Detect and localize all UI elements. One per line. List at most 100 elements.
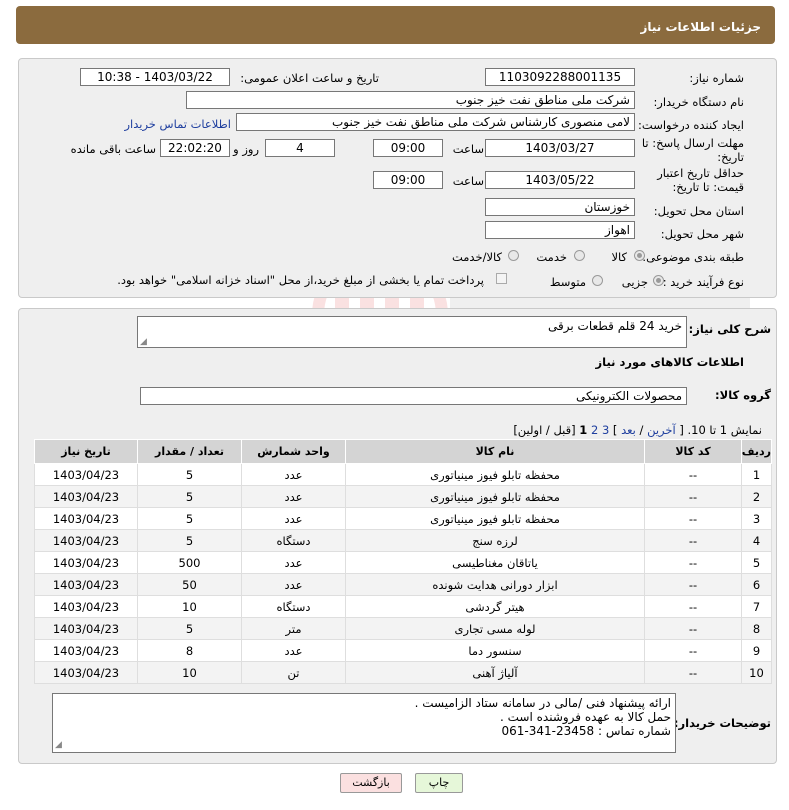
table-cell: 5	[137, 463, 242, 486]
table-cell: 1403/04/23	[34, 507, 138, 530]
table-cell: 4	[741, 529, 772, 552]
table-cell: عدد	[241, 573, 346, 596]
deadline-date-field: 1403/03/27	[485, 139, 635, 157]
table-cell: لوله مسی تجاری	[345, 617, 645, 640]
creator-label: ایجاد کننده درخواست:	[638, 118, 744, 132]
buyer-note-line: ارائه پیشنهاد فنی /مالی در سامانه ستاد ا…	[414, 696, 671, 710]
city-field: اهواز	[485, 221, 635, 239]
validity-time-label: ساعت	[452, 174, 484, 188]
need-number-label: شماره نیاز:	[689, 71, 744, 85]
page-header: جزئیات اطلاعات نیاز	[16, 6, 775, 44]
table-cell: 10	[741, 661, 772, 684]
creator-field: لامی منصوری کارشناس شرکت ملی مناطق نفت خ…	[236, 113, 635, 131]
remaining-label: ساعت باقی مانده	[70, 142, 156, 156]
table-cell: 8	[741, 617, 772, 640]
table-cell: 5	[137, 507, 242, 530]
column-header: واحد شمارش	[241, 439, 346, 464]
table-cell: 1	[741, 463, 772, 486]
description-label: شرح کلی نیاز:	[688, 322, 771, 336]
table-cell: 7	[741, 595, 772, 618]
announce-label: تاریخ و ساعت اعلان عمومی:	[240, 71, 379, 85]
table-cell: 1403/04/23	[34, 529, 138, 552]
buyer-note-line: شماره تماس : 23458-341-061	[501, 724, 672, 738]
buyer-note-line: حمل کالا به عهده فروشنده است .	[500, 710, 671, 724]
column-header: نام کالا	[345, 439, 645, 464]
pagination-next-link[interactable]: بعد	[621, 423, 636, 437]
buyer-notes-label: توضیحات خریدار:	[673, 716, 771, 730]
table-row: 1 -- محفظه تابلو فیوز مینیاتوری عدد 5 1403/04…	[34, 463, 772, 486]
table-cell: 1403/04/23	[34, 551, 138, 574]
category-radio-service[interactable]	[574, 250, 585, 261]
table-cell: عدد	[241, 639, 346, 662]
table-cell: 1403/04/23	[34, 463, 138, 486]
buyer-contact-link[interactable]: اطلاعات تماس خریدار	[124, 117, 231, 131]
remaining-time-field: 22:02:20	[160, 139, 230, 157]
treasury-payment-checkbox[interactable]	[496, 273, 507, 284]
resize-handle-icon[interactable]: ◢	[140, 337, 147, 347]
table-cell: 1403/04/23	[34, 639, 138, 662]
pagination-last-link[interactable]: آخرین	[647, 423, 676, 437]
table-cell: 1403/04/23	[34, 617, 138, 640]
table-cell: عدد	[241, 551, 346, 574]
city-label: شهر محل تحویل:	[660, 227, 744, 241]
treasury-payment-text: پرداخت تمام یا بخشی از مبلغ خرید،از محل …	[117, 273, 484, 287]
table-body: 1 -- محفظه تابلو فیوز مینیاتوری عدد 5 1403/04…	[34, 463, 772, 684]
process-medium-label: متوسط	[549, 275, 586, 289]
table-cell: متر	[241, 617, 346, 640]
resize-handle-icon[interactable]: ◢	[55, 740, 62, 750]
pagination-page-2[interactable]: 2	[591, 423, 598, 437]
buyer-field: شرکت ملی مناطق نفت خیز جنوب	[186, 91, 635, 109]
table-cell: --	[644, 551, 742, 574]
category-radio-both[interactable]	[508, 250, 519, 261]
buyer-label: نام دستگاه خریدار:	[653, 95, 744, 109]
process-small-label: جزیی	[621, 275, 648, 289]
process-radio-medium[interactable]	[592, 275, 603, 286]
table-cell: 8	[137, 639, 242, 662]
table-cell: 2	[741, 485, 772, 508]
table-cell: 5	[137, 485, 242, 508]
category-radio-goods[interactable]	[634, 250, 645, 261]
table-row: 10 -- آلیاژ آهنی تن 10 1403/04/23	[34, 661, 772, 684]
table-cell: محفظه تابلو فیوز مینیاتوری	[345, 463, 645, 486]
table-cell: دستگاه	[241, 595, 346, 618]
pagination-show: نمایش 1 تا 10. [	[679, 423, 762, 437]
group-label: گروه کالا:	[715, 388, 771, 402]
table-cell: سنسور دما	[345, 639, 645, 662]
pagination-page-3[interactable]: 3	[602, 423, 609, 437]
table-cell: --	[644, 485, 742, 508]
table-row: 4 -- لرزه سنج دستگاه 5 1403/04/23	[34, 529, 772, 552]
table-cell: 1403/04/23	[34, 595, 138, 618]
back-button[interactable]: بازگشت	[340, 773, 402, 793]
validity-time-field: 09:00	[373, 171, 443, 189]
goods-table: ردیف کد کالا نام کالا واحد شمارش تعداد / مقد…	[34, 439, 772, 684]
category-goods-label: کالا	[611, 250, 627, 264]
table-cell: محفظه تابلو فیوز مینیاتوری	[345, 485, 645, 508]
deadline-label: مهلت ارسال پاسخ: تا تاریخ:	[641, 136, 744, 164]
goods-info-title: اطلاعات کالاهای مورد نیاز	[595, 355, 744, 369]
table-cell: یاتاقان مغناطیسی	[345, 551, 645, 574]
category-service-label: خدمت	[536, 250, 567, 264]
table-cell: هیتر گردشی	[345, 595, 645, 618]
table-cell: 3	[741, 507, 772, 530]
pagination-page-1: 1	[579, 423, 588, 437]
table-cell: --	[644, 595, 742, 618]
pagination-tail: [قبل / اولین]	[513, 423, 576, 437]
table-cell: --	[644, 639, 742, 662]
process-radio-small[interactable]	[653, 275, 664, 286]
table-row: 2 -- محفظه تابلو فیوز مینیاتوری عدد 5 1403/04…	[34, 485, 772, 508]
table-cell: عدد	[241, 507, 346, 530]
days-label: روز و	[233, 142, 259, 156]
print-button[interactable]: چاپ	[415, 773, 463, 793]
announce-field: 1403/03/22 - 10:38	[80, 68, 230, 86]
deadline-time-field: 09:00	[373, 139, 443, 157]
table-cell: --	[644, 507, 742, 530]
table-cell: 5	[741, 551, 772, 574]
table-cell: --	[644, 617, 742, 640]
column-header: تعداد / مقدار	[137, 439, 242, 464]
group-field: محصولات الکترونیکی	[140, 387, 687, 405]
table-cell: --	[644, 463, 742, 486]
column-header: تاریخ نیاز	[34, 439, 138, 464]
table-cell: 1403/04/23	[34, 485, 138, 508]
table-cell: عدد	[241, 485, 346, 508]
table-cell: --	[644, 661, 742, 684]
